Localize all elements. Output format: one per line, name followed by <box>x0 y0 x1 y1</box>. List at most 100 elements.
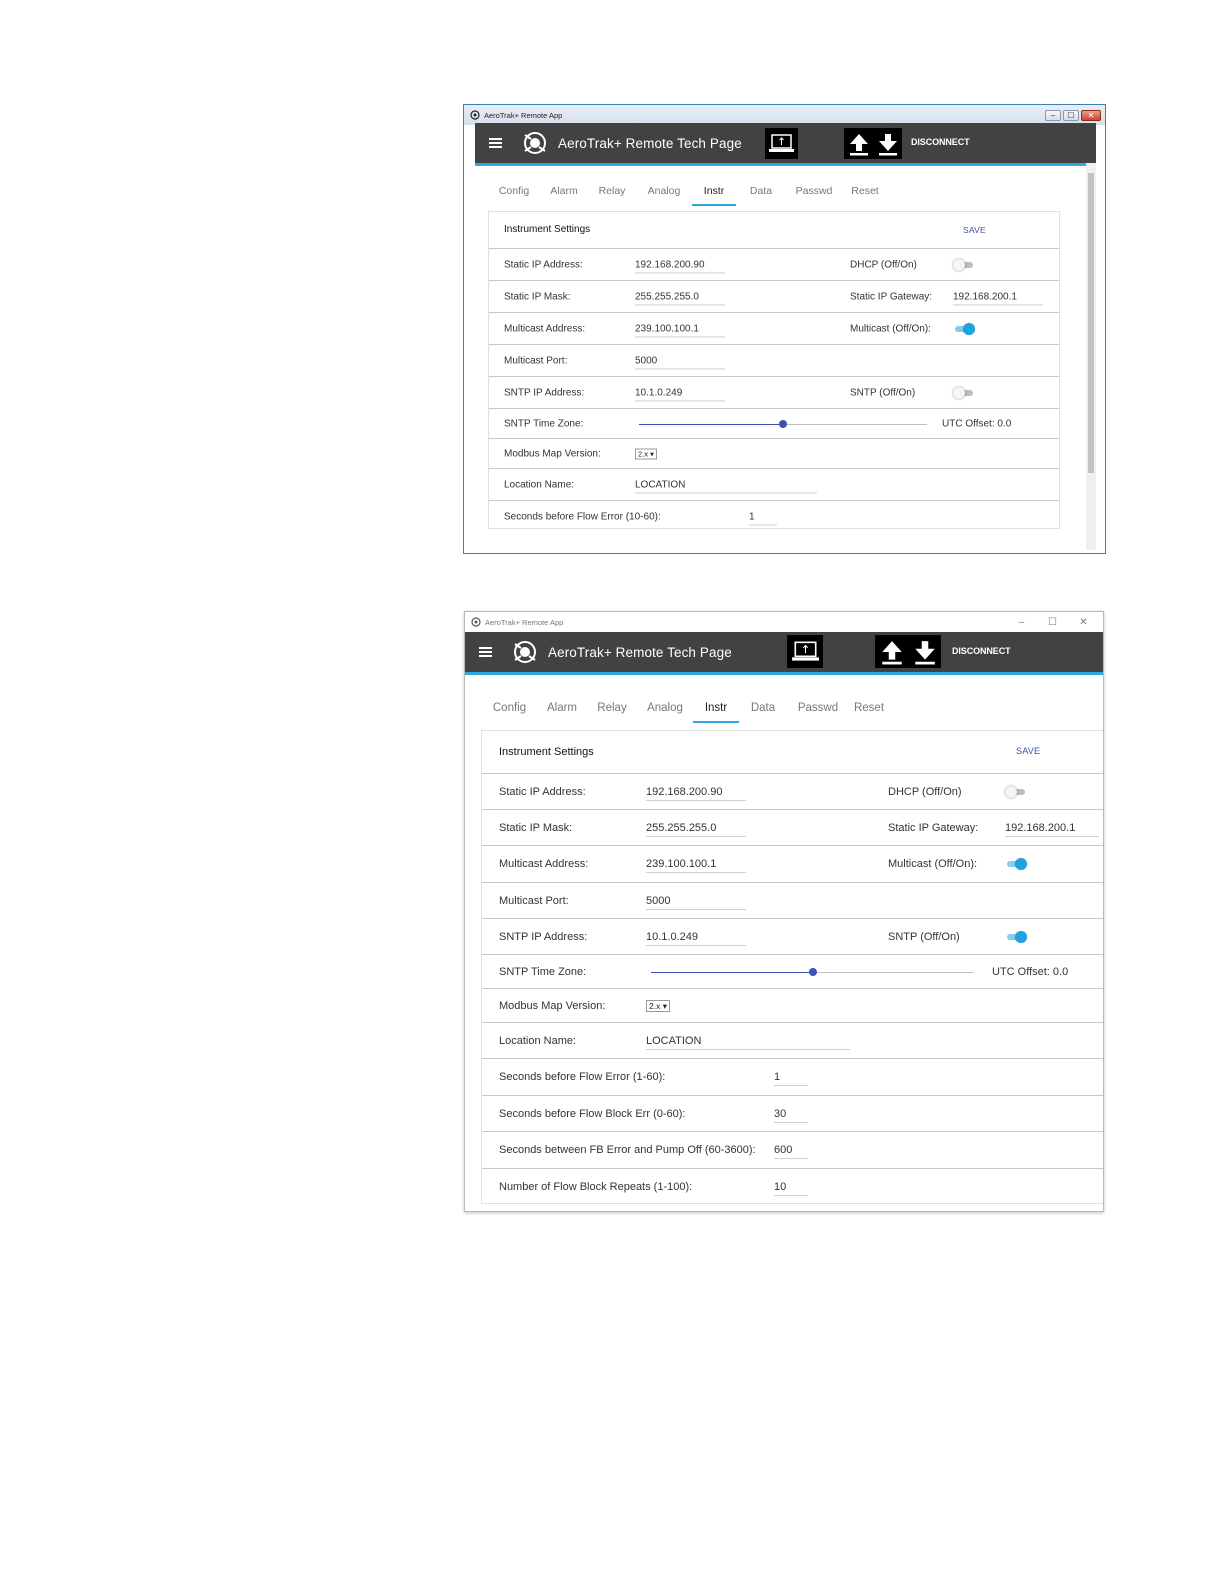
app-window-1: AeroTrak+ Remote App – ☐ ✕ AeroTrak+ Rem… <box>463 104 1106 554</box>
tab-config[interactable]: Config <box>482 702 537 723</box>
tab-passwd[interactable]: Passwd <box>786 185 842 206</box>
location-input[interactable]: LOCATION <box>646 1035 850 1050</box>
timezone-slider-thumb[interactable] <box>808 968 817 976</box>
flow-error-input[interactable]: 1 <box>774 1071 808 1086</box>
maximize-button[interactable]: ☐ <box>1037 617 1068 628</box>
tab-relay[interactable]: Relay <box>588 185 636 206</box>
upload-arrow-icon[interactable] <box>848 132 870 156</box>
tab-reset[interactable]: Reset <box>842 185 888 206</box>
static-mask-label: Static IP Mask: <box>499 821 573 834</box>
tab-reset[interactable]: Reset <box>849 702 889 723</box>
tab-bar: Config Alarm Relay Analog Instr Data Pas… <box>482 702 889 723</box>
static-mask-input[interactable]: 255.255.255.0 <box>635 291 725 305</box>
sntp-toggle-label: SNTP (Off/On) <box>850 387 916 398</box>
vertical-scrollbar[interactable] <box>1086 163 1096 550</box>
title-bar[interactable]: AeroTrak+ Remote App – ☐ ✕ <box>465 612 1103 632</box>
location-input[interactable]: LOCATION <box>635 479 817 493</box>
multicast-address-row: Multicast Address: 239.100.100.1 Multica… <box>489 313 1059 345</box>
sntp-ip-row: SNTP IP Address: 10.1.0.249 SNTP (Off/On… <box>482 919 1103 955</box>
static-mask-input[interactable]: 255.255.255.0 <box>646 822 746 837</box>
minimize-button[interactable]: – <box>1045 109 1061 121</box>
disconnect-button[interactable]: DISCONNECT <box>911 137 970 147</box>
connection-laptop-icon[interactable] <box>765 128 798 159</box>
connection-laptop-icon[interactable] <box>787 635 823 668</box>
window-title: AeroTrak+ Remote App <box>485 617 564 627</box>
sntp-ip-input[interactable]: 10.1.0.249 <box>635 387 725 401</box>
multicast-address-input[interactable]: 239.100.100.1 <box>646 858 746 873</box>
save-button[interactable]: SAVE <box>963 225 986 235</box>
multicast-address-input[interactable]: 239.100.100.1 <box>635 323 725 337</box>
flow-block-label: Seconds before Flow Block Err (0-60): <box>499 1107 686 1120</box>
multicast-address-label: Multicast Address: <box>504 323 586 334</box>
sntp-toggle[interactable] <box>953 386 975 399</box>
tab-relay[interactable]: Relay <box>587 702 637 723</box>
sntp-ip-row: SNTP IP Address: 10.1.0.249 SNTP (Off/On… <box>489 377 1059 409</box>
multicast-port-input[interactable]: 5000 <box>646 895 746 910</box>
hamburger-menu-icon[interactable] <box>489 136 502 151</box>
dhcp-toggle[interactable] <box>953 258 975 271</box>
dhcp-toggle[interactable] <box>1005 785 1027 798</box>
multicast-toggle-label: Multicast (Off/On): <box>850 323 931 334</box>
app-title: AeroTrak+ Remote Tech Page <box>548 644 732 660</box>
flow-error-input[interactable]: 1 <box>749 511 777 525</box>
timezone-slider[interactable] <box>639 420 927 428</box>
multicast-toggle[interactable] <box>1005 858 1027 870</box>
tab-alarm[interactable]: Alarm <box>537 702 587 723</box>
repeats-label: Number of Flow Block Repeats (1-100): <box>499 1180 693 1193</box>
timezone-slider[interactable] <box>651 968 974 976</box>
timezone-slider-thumb[interactable] <box>779 420 787 428</box>
tab-analog[interactable]: Analog <box>636 185 692 206</box>
tab-instr[interactable]: Instr <box>692 185 736 206</box>
sntp-timezone-label: SNTP Time Zone: <box>504 418 584 429</box>
repeats-row: Number of Flow Block Repeats (1-100): 10 <box>482 1169 1103 1204</box>
gateway-input[interactable]: 192.168.200.1 <box>1005 822 1099 837</box>
tab-instr[interactable]: Instr <box>693 702 739 723</box>
multicast-toggle-label: Multicast (Off/On): <box>888 858 978 870</box>
flow-block-input[interactable]: 30 <box>774 1108 808 1123</box>
tab-analog[interactable]: Analog <box>637 702 693 723</box>
tsi-logo-icon <box>514 641 536 663</box>
close-button[interactable]: ✕ <box>1068 617 1099 628</box>
close-button[interactable]: ✕ <box>1081 109 1101 121</box>
repeats-input[interactable]: 10 <box>774 1181 808 1196</box>
sntp-timezone-row: SNTP Time Zone: UTC Offset: 0.0 <box>482 955 1103 989</box>
fb-pump-input[interactable]: 600 <box>774 1144 808 1159</box>
multicast-toggle[interactable] <box>953 322 975 335</box>
modbus-select[interactable]: 2.x ▾ <box>635 448 657 459</box>
tab-alarm[interactable]: Alarm <box>540 185 588 206</box>
title-bar[interactable]: AeroTrak+ Remote App – ☐ ✕ <box>464 105 1105 125</box>
static-mask-label: Static IP Mask: <box>504 291 571 302</box>
scrollbar-thumb[interactable] <box>1088 173 1094 473</box>
disconnect-button[interactable]: DISCONNECT <box>952 646 1011 656</box>
download-arrow-icon[interactable] <box>877 132 899 156</box>
tab-passwd[interactable]: Passwd <box>787 702 849 723</box>
hamburger-menu-icon[interactable] <box>479 645 492 660</box>
window-title: AeroTrak+ Remote App <box>484 110 563 120</box>
maximize-button[interactable]: ☐ <box>1063 109 1079 121</box>
download-arrow-icon[interactable] <box>913 639 937 665</box>
tab-data[interactable]: Data <box>736 185 786 206</box>
multicast-port-row: Multicast Port: 5000 <box>489 345 1059 377</box>
static-ip-input[interactable]: 192.168.200.90 <box>646 786 746 801</box>
sntp-ip-label: SNTP IP Address: <box>499 930 588 943</box>
save-button[interactable]: SAVE <box>1016 746 1040 756</box>
gateway-label: Static IP Gateway: <box>888 821 979 834</box>
utc-offset-label: UTC Offset: 0.0 <box>992 965 1069 978</box>
minimize-button[interactable]: – <box>1006 617 1037 628</box>
card-header: Instrument Settings SAVE <box>489 212 1059 249</box>
gateway-input[interactable]: 192.168.200.1 <box>953 291 1043 305</box>
sntp-toggle[interactable] <box>1005 930 1027 943</box>
tab-data[interactable]: Data <box>739 702 787 723</box>
sntp-ip-input[interactable]: 10.1.0.249 <box>646 931 746 946</box>
flow-error-row: Seconds before Flow Error (1-60): 1 <box>482 1059 1103 1096</box>
instrument-settings-card: Instrument Settings SAVE Static IP Addre… <box>488 211 1060 529</box>
static-ip-input[interactable]: 192.168.200.90 <box>635 259 725 273</box>
multicast-port-input[interactable]: 5000 <box>635 355 725 369</box>
gateway-label: Static IP Gateway: <box>850 291 933 302</box>
upload-arrow-icon[interactable] <box>880 639 904 665</box>
static-ip-row: Static IP Address: 192.168.200.90 DHCP (… <box>489 249 1059 281</box>
tsi-logo-icon <box>524 132 546 154</box>
multicast-address-row: Multicast Address: 239.100.100.1 Multica… <box>482 846 1103 883</box>
tab-config[interactable]: Config <box>488 185 540 206</box>
modbus-select[interactable]: 2.x ▾ <box>646 999 670 1012</box>
